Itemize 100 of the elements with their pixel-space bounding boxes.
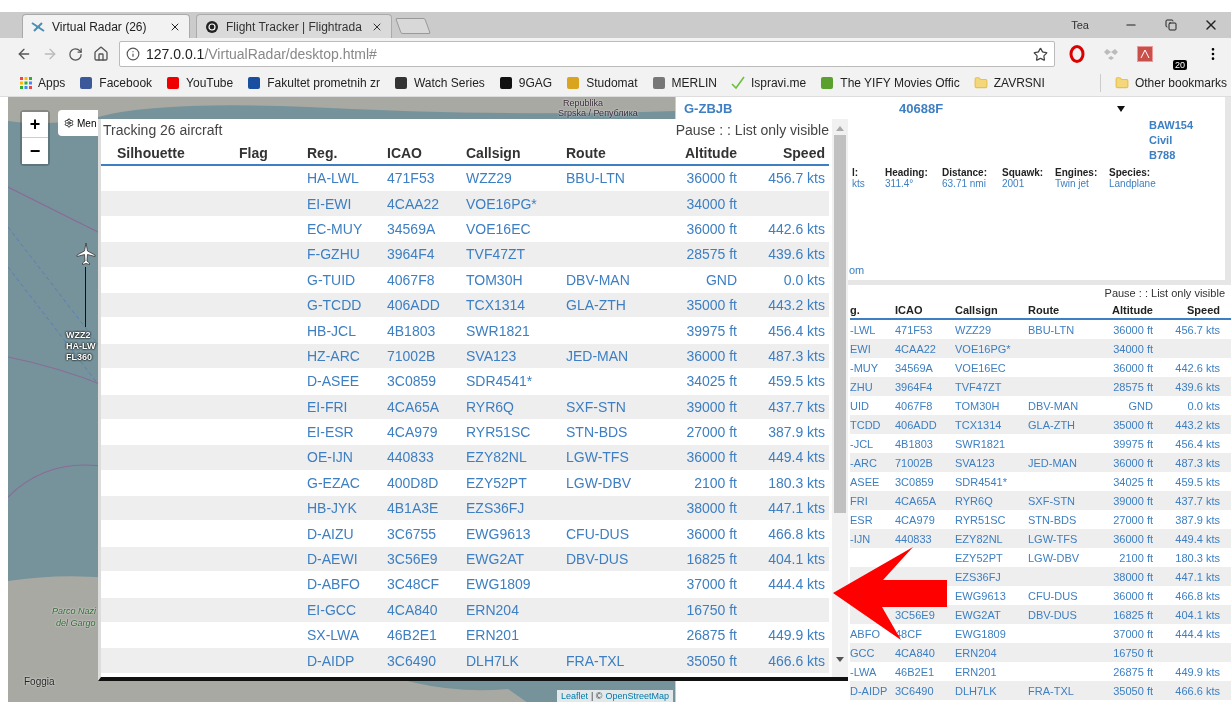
field-label: Squawk: bbox=[1002, 167, 1045, 178]
checkmark-icon bbox=[730, 76, 745, 90]
bookmark[interactable]: MERLIN bbox=[651, 76, 717, 90]
table-cell-text: TCX1314 bbox=[466, 297, 527, 314]
table-cell-text: 16825 ft bbox=[1112, 608, 1153, 621]
table-cell-text: DLH7LK bbox=[955, 684, 998, 697]
column-header[interactable]: Speed bbox=[1153, 303, 1220, 316]
profile-name[interactable]: Tea bbox=[1071, 19, 1089, 31]
airplane-icon[interactable] bbox=[76, 242, 96, 266]
table-cell-text: 34000 ft bbox=[1112, 342, 1153, 355]
column-header[interactable]: Altitude bbox=[1096, 303, 1153, 316]
column-header[interactable]: Flag bbox=[239, 144, 307, 161]
zoom-out-button[interactable]: − bbox=[22, 138, 48, 164]
reload-icon[interactable] bbox=[68, 46, 83, 62]
column-header[interactable]: Route bbox=[1028, 303, 1096, 316]
table-cell-text: EI-GCC bbox=[307, 601, 357, 618]
bookmark-folder[interactable]: Other bookmarks bbox=[1114, 76, 1227, 90]
table-cell-text: SVA123 bbox=[466, 347, 518, 364]
table-cell-text: STN-BDS bbox=[566, 424, 629, 441]
table-cell-text: ASEE bbox=[850, 475, 881, 488]
bookmark[interactable]: Watch Series bbox=[393, 76, 485, 90]
column-header[interactable]: Route bbox=[566, 144, 649, 161]
browser-tab[interactable]: Flight Tracker | Flightrada bbox=[196, 14, 392, 38]
column-header[interactable]: Reg. bbox=[307, 144, 387, 161]
table-cell-text: 4CAA22 bbox=[387, 195, 441, 212]
table-cell-text: 437.7 kts bbox=[767, 398, 826, 415]
table-cell-text: 4067F8 bbox=[895, 399, 934, 412]
table-cell-text: EZY82NL bbox=[466, 449, 528, 466]
table-cell-text: F-GZHU bbox=[307, 246, 361, 263]
table-cell-text: 35050 ft bbox=[685, 652, 738, 669]
table-cell-text: TCDD bbox=[850, 418, 882, 431]
restore-icon[interactable] bbox=[1165, 19, 1177, 31]
column-header[interactable]: Callsign bbox=[466, 144, 566, 161]
bookmark[interactable]: Apps bbox=[20, 76, 66, 90]
table-cell-text: 36000 ft bbox=[1112, 456, 1153, 469]
field-value: 63.71 nmi bbox=[942, 178, 987, 189]
table-cell-text: 3C0859 bbox=[387, 373, 438, 390]
table-cell-text: 440833 bbox=[895, 532, 933, 545]
apps-grid-icon bbox=[20, 77, 32, 89]
leaflet-link[interactable]: Leaflet bbox=[560, 691, 588, 701]
table-cell-text: 404.1 kts bbox=[1174, 608, 1220, 621]
back-icon[interactable] bbox=[16, 46, 32, 62]
table-cell-text: 16750 ft bbox=[1112, 646, 1153, 659]
table-cell-text: 447.1 kts bbox=[767, 500, 826, 517]
address-bar[interactable]: 127.0.0.1/VirtualRadar/desktop.html# bbox=[119, 41, 1055, 67]
table-cell-text: ERN204 bbox=[466, 601, 520, 618]
column-header[interactable]: g. bbox=[850, 303, 895, 316]
zoom-in-button[interactable]: + bbox=[22, 112, 48, 138]
star-icon[interactable] bbox=[1033, 46, 1048, 62]
site-icon bbox=[566, 76, 581, 90]
bookmark[interactable]: ZAVRSNI bbox=[973, 76, 1045, 90]
menu-button[interactable]: Men bbox=[58, 110, 98, 136]
table-cell-text: 36000 ft bbox=[1112, 589, 1153, 602]
table-cell-text: RYR6Q bbox=[955, 494, 994, 507]
table-cell-text: 459.5 kts bbox=[1174, 475, 1220, 488]
table-cell-text: 456.7 kts bbox=[767, 170, 826, 187]
table-cell-text: 466.8 kts bbox=[1174, 589, 1220, 602]
table-cell-text: 442.6 kts bbox=[767, 220, 826, 237]
browser-tab[interactable]: Virtual Radar (26) bbox=[22, 14, 190, 38]
field-value: Twin jet bbox=[1055, 178, 1089, 189]
table-cell-text: 406ADD bbox=[895, 418, 938, 431]
bookmark[interactable]: Facebook bbox=[79, 76, 153, 90]
scroll-down-icon[interactable] bbox=[836, 657, 844, 663]
column-header[interactable]: ICAO bbox=[895, 303, 955, 316]
settings-icon bbox=[64, 118, 74, 128]
map-place-label: Parco Nazi bbox=[52, 607, 96, 616]
table-cell-text: FRA-TXL bbox=[1028, 684, 1075, 697]
list-options[interactable]: Pause : : List only visible bbox=[675, 122, 829, 138]
bookmark[interactable]: Studomat bbox=[566, 76, 638, 90]
column-header[interactable]: Silhouette bbox=[101, 144, 239, 161]
table-cell-text: 456.4 kts bbox=[1174, 437, 1220, 450]
table-cell-text: 2100 ft bbox=[693, 474, 738, 491]
list-options[interactable]: Pause : : List only visible bbox=[1104, 287, 1225, 299]
column-header[interactable]: Speed bbox=[739, 144, 827, 161]
table-cell-text: D-AEWI bbox=[307, 551, 359, 568]
table-cell-text: GLA-ZTH bbox=[566, 297, 627, 314]
link-text[interactable]: om bbox=[849, 264, 1225, 276]
table-cell-text: 0.0 kts bbox=[782, 271, 826, 288]
table-cell-text: D-ASEE bbox=[307, 373, 361, 390]
column-header[interactable]: Callsign bbox=[955, 303, 1028, 316]
column-header[interactable]: ICAO bbox=[387, 144, 466, 161]
column-header[interactable]: Altitude bbox=[649, 144, 739, 161]
scrollbar-thumb[interactable] bbox=[834, 135, 846, 513]
table-cell-text: CFU-DUS bbox=[566, 525, 630, 542]
bookmark[interactable]: 9GAG bbox=[498, 76, 553, 90]
table-cell-text: 400D8D bbox=[387, 474, 440, 491]
bookmark[interactable]: Fakultet prometnih zr bbox=[247, 76, 380, 90]
table-cell-text: LGW-TFS bbox=[1028, 532, 1079, 545]
bookmark[interactable]: YouTube bbox=[166, 76, 234, 90]
table-cell-text: DBV-MAN bbox=[566, 271, 631, 288]
bookmark[interactable]: Ispravi.me bbox=[730, 76, 807, 90]
pdf-icon[interactable] bbox=[1137, 46, 1153, 62]
home-icon[interactable] bbox=[93, 46, 109, 62]
openstreetmap-link[interactable]: OpenStreetMap bbox=[605, 691, 669, 701]
table-cell-text: 387.9 kts bbox=[1174, 513, 1220, 526]
table-cell-text: 471F53 bbox=[895, 323, 934, 336]
table-cell-text: EZS36FJ bbox=[955, 570, 1002, 583]
site-icon bbox=[651, 76, 666, 90]
bookmark[interactable]: The YIFY Movies Offic bbox=[820, 76, 960, 90]
table-cell-text: DBV-DUS bbox=[566, 551, 630, 568]
